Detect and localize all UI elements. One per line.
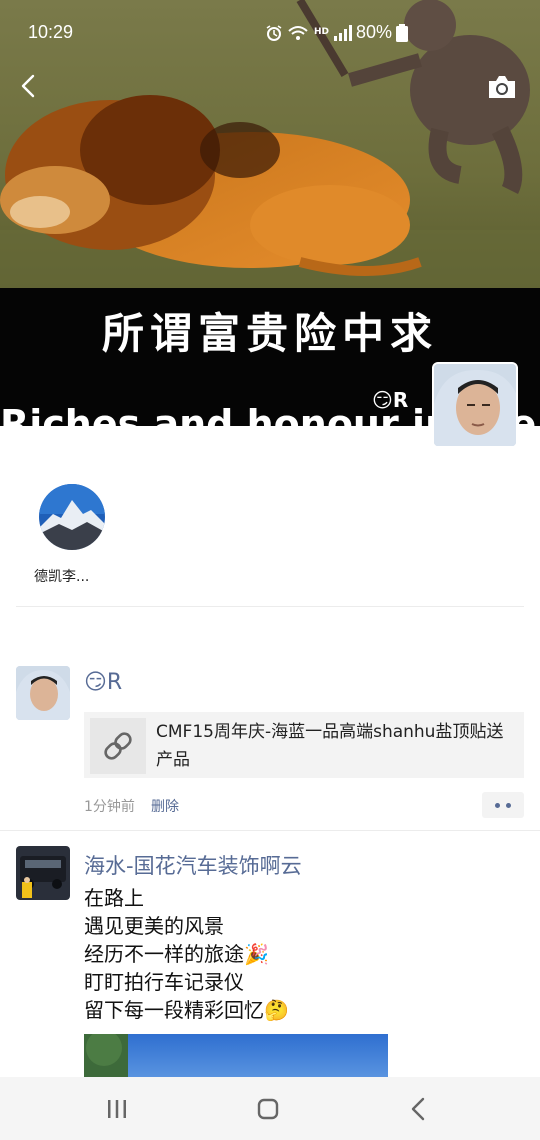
back-icon[interactable] [403,1093,435,1125]
divider [0,830,540,831]
post-text-line: 留下每一段精彩回忆🤔 [84,998,289,1022]
avatar-face [16,666,70,720]
post-text-line: 经历不一样的旅途🎉 [84,942,269,966]
story-label: 德凯李... [34,569,90,585]
link-title: CMF15周年庆-海蓝一品高端shanhu盐顶贴送产品 [156,722,504,770]
story-avatar [39,484,105,550]
back-chevron-icon[interactable] [14,72,42,100]
post-time: 1分钟前 [84,799,135,815]
hd-icon: HD [314,27,330,37]
camera-icon[interactable] [486,72,518,102]
post-text-line: 遇见更美的风景 [84,914,224,938]
system-nav-bar [0,1077,540,1140]
delete-link[interactable]: 删除 [151,796,179,816]
profile-name: 😏R [372,388,409,412]
more-dots-icon[interactable] [482,792,524,818]
battery-percent: 80% [356,22,393,42]
post-text-line: 盯盯拍行车记录仪 [84,970,244,994]
link-thumbnail [90,718,146,774]
4g-signal-icon [334,25,352,41]
dot [495,803,500,808]
post-text-line: 在路上 [84,886,144,910]
status-bar: 10:29 HD 80% [0,0,540,66]
profile-avatar[interactable] [432,362,518,448]
story-item[interactable]: 德凯李... [34,484,110,585]
status-time: 10:29 [28,22,74,42]
post-avatar[interactable] [16,846,70,900]
link-icon [104,732,132,760]
post-avatar[interactable] [16,666,70,720]
link-card[interactable]: CMF15周年庆-海蓝一品高端shanhu盐顶贴送产品 [84,712,524,778]
home-icon[interactable] [252,1093,284,1125]
avatar-face [434,364,516,446]
dot [506,803,511,808]
recent-apps-icon[interactable] [101,1093,133,1125]
car-photo [16,846,70,900]
cover-caption-cn: 所谓富贵险中求 [101,309,438,358]
divider [16,606,524,607]
mountain-photo [39,484,105,550]
wifi-icon [288,26,308,40]
post-author-name[interactable]: 😏R [84,670,122,695]
post-author-name[interactable]: 海水-国花汽车装饰啊云 [84,850,302,880]
alarm-icon [266,25,282,41]
battery-icon [396,24,408,42]
